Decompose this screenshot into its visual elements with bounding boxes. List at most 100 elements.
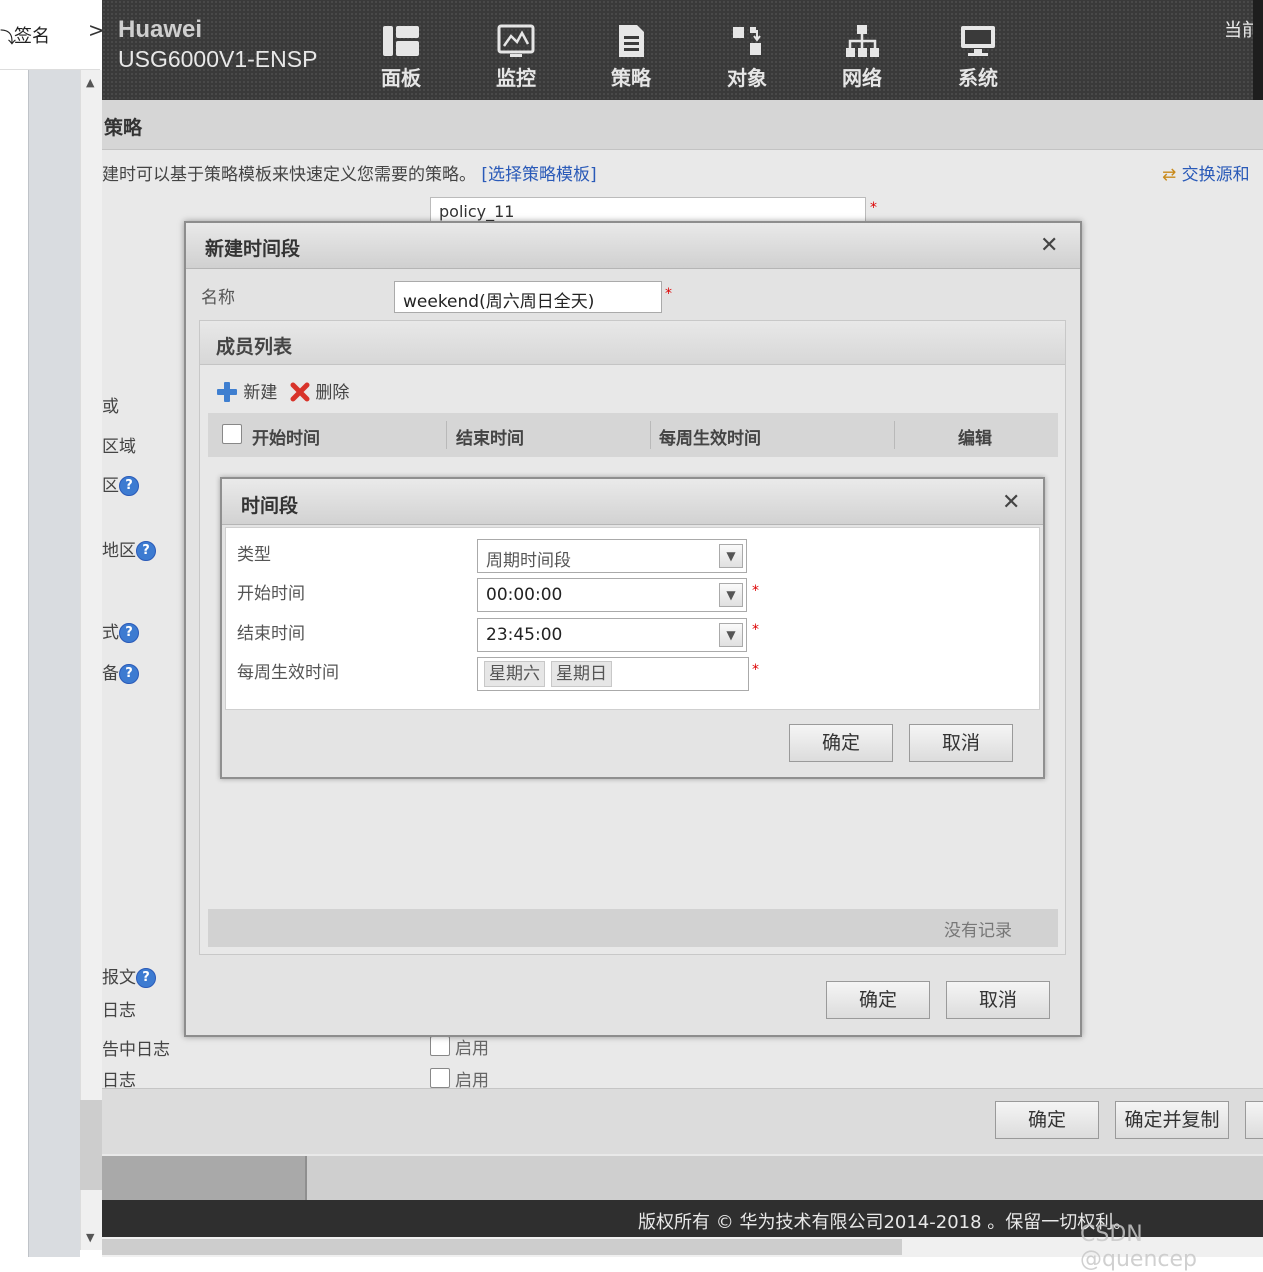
side-label: 告中日志: [102, 1040, 170, 1060]
column-edit[interactable]: 编辑: [958, 424, 992, 449]
swap-src-dst-link[interactable]: ⇄ 交换源和: [1162, 160, 1250, 185]
name-label: 名称: [201, 288, 235, 308]
help-icon[interactable]: ?: [119, 623, 139, 643]
select-all-checkbox[interactable]: [222, 424, 242, 444]
column-end-time[interactable]: 结束时间: [456, 424, 524, 449]
swap-icon: ⇄: [1162, 165, 1177, 185]
dialog-header: [222, 479, 1043, 525]
dialog-title: 新建时间段: [205, 238, 301, 260]
help-icon[interactable]: ?: [119, 664, 139, 684]
side-label-text: 备: [102, 664, 119, 684]
hint-text: 建时可以基于策略模板来快速定义您需要的策略。: [102, 165, 476, 185]
end-time-select[interactable]: 23:45:00 ▼: [477, 618, 747, 652]
status-bar-left: [102, 1156, 307, 1200]
side-label-help: 地区?: [102, 536, 156, 561]
left-pane: [0, 0, 28, 1257]
delete-icon: [290, 382, 310, 402]
type-value: 周期时间段: [486, 551, 571, 571]
end-time-label: 结束时间: [237, 624, 305, 644]
scroll-down-icon[interactable]: ▼: [86, 1231, 94, 1244]
member-grid-header: [208, 413, 1058, 457]
help-icon[interactable]: ?: [119, 476, 139, 496]
device-model: USG6000V1-ENSP: [118, 46, 318, 72]
network-icon: [846, 25, 879, 57]
side-label-text: 区: [102, 476, 119, 496]
signature-tab[interactable]: ⤵ 签名 >: [0, 0, 105, 70]
nav-dashboard[interactable]: 面板: [361, 22, 441, 91]
brand-name: Huawei: [118, 16, 203, 43]
new-label: 新建: [243, 383, 278, 403]
start-time-select[interactable]: 00:00:00 ▼: [477, 578, 747, 612]
policy-icon: [619, 25, 644, 57]
help-icon[interactable]: ?: [136, 968, 156, 988]
type-select[interactable]: 周期时间段 ▼: [477, 539, 747, 573]
plus-icon: [217, 382, 237, 402]
type-label: 类型: [237, 545, 271, 565]
side-label: 日志: [102, 1001, 136, 1021]
help-icon[interactable]: ?: [136, 541, 156, 561]
period-ok-button[interactable]: 确定: [789, 724, 893, 762]
left-pane-gray: [28, 70, 80, 1257]
nav-label: 网络: [842, 66, 882, 90]
chevron-down-icon[interactable]: ▼: [719, 583, 743, 607]
signature-tab-label: 签名: [14, 26, 50, 47]
vertical-scrollbar[interactable]: ▲ ▼: [80, 70, 102, 1250]
nav-network[interactable]: 网络: [822, 22, 902, 91]
side-label-help: 备?: [102, 659, 139, 684]
required-mark: *: [870, 200, 877, 216]
start-time-value: 00:00:00: [486, 585, 563, 605]
close-icon[interactable]: ✕: [1002, 490, 1020, 515]
enable-checkbox[interactable]: [430, 1036, 450, 1056]
delete-label: 删除: [315, 383, 350, 403]
nav-policy[interactable]: 策略: [591, 22, 671, 91]
monitor-icon: [497, 24, 535, 57]
new-member-button[interactable]: 新建: [216, 378, 277, 403]
nav-system[interactable]: 系统: [938, 22, 1018, 91]
name-input[interactable]: weekend(周六周日全天): [394, 281, 662, 313]
day-tag-saturday[interactable]: 星期六: [484, 661, 545, 687]
required-mark: *: [752, 662, 759, 678]
close-icon[interactable]: ✕: [1040, 233, 1058, 258]
scroll-up-icon[interactable]: ▲: [86, 76, 94, 89]
start-time-label: 开始时间: [237, 584, 305, 604]
period-cancel-button[interactable]: 取消: [909, 724, 1013, 762]
dialog-ok-button[interactable]: 确定: [826, 981, 930, 1019]
no-records-text: 没有记录: [944, 921, 1012, 941]
dialog-cancel-button[interactable]: 取消: [946, 981, 1050, 1019]
vertical-scroll-thumb[interactable]: [80, 1100, 102, 1190]
chevron-down-icon[interactable]: ▼: [719, 623, 743, 647]
enable-checkbox[interactable]: [430, 1068, 450, 1088]
chevron-down-icon[interactable]: ▼: [719, 544, 743, 568]
horizontal-scroll-thumb[interactable]: [102, 1239, 902, 1255]
nav-monitor[interactable]: 监控: [476, 22, 556, 91]
required-mark: *: [665, 286, 672, 302]
page-ok-button[interactable]: 确定: [995, 1101, 1099, 1139]
dialog-title: 时间段: [241, 495, 299, 517]
system-icon: [961, 26, 995, 56]
nav-object[interactable]: 对象: [707, 22, 787, 91]
side-label: 区域: [102, 437, 136, 457]
day-tag-sunday[interactable]: 星期日: [551, 661, 612, 687]
watermark: CSDN @quencep: [1080, 1222, 1197, 1272]
column-separator: [650, 421, 651, 449]
column-start-time[interactable]: 开始时间: [252, 424, 320, 449]
member-list-title: 成员列表: [216, 336, 293, 358]
ok-and-copy-button[interactable]: 确定并复制: [1115, 1101, 1229, 1139]
end-time-value: 23:45:00: [486, 625, 563, 645]
swap-label: 交换源和: [1181, 165, 1250, 185]
weekly-days-picker[interactable]: 星期六 星期日: [477, 657, 749, 691]
enable-label: 启用: [455, 1039, 489, 1059]
dialog-header: [186, 223, 1080, 269]
column-weekly[interactable]: 每周生效时间: [659, 424, 761, 449]
weekly-label: 每周生效时间: [237, 663, 339, 683]
header-edge: [1253, 0, 1263, 100]
delete-member-button[interactable]: 删除: [290, 378, 349, 403]
select-template-link[interactable]: [选择策略模板]: [481, 165, 596, 185]
required-mark: *: [752, 622, 759, 638]
nav-label: 面板: [381, 66, 421, 90]
object-icon: [733, 27, 761, 55]
dashboard-icon: [383, 26, 419, 56]
nav-label: 系统: [958, 66, 998, 90]
page-extra-button[interactable]: [1245, 1101, 1263, 1139]
side-label-text: 地区: [102, 541, 136, 561]
